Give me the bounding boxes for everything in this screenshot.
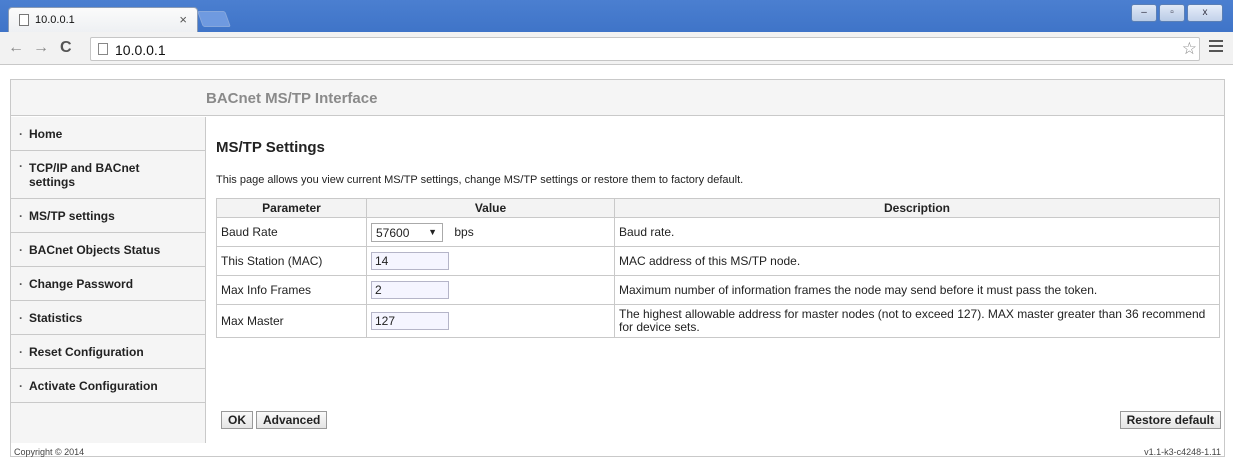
sidebar-item-label: Reset Configuration (29, 344, 144, 359)
advanced-button[interactable]: Advanced (256, 411, 328, 429)
sidebar-item-statistics[interactable]: · Statistics (11, 301, 205, 335)
sidebar-item-reset-config[interactable]: · Reset Configuration (11, 335, 205, 369)
sidebar-item-mstp[interactable]: · MS/TP settings (11, 199, 205, 233)
page-icon (98, 43, 108, 55)
maximize-button[interactable]: ▫ (1159, 4, 1185, 22)
baud-rate-select[interactable]: 57600 ▼ (371, 222, 443, 242)
forward-arrow-icon[interactable]: → (33, 39, 49, 57)
column-header-value: Value (366, 198, 615, 218)
value-cell: 127 (366, 304, 615, 338)
version-text: v1.1-k3-c4248-1.11 (1144, 447, 1221, 457)
sidebar-item-tcpip[interactable]: · TCP/IP and BACnet settings (11, 151, 205, 199)
column-header-parameter: Parameter (216, 198, 367, 218)
page-description: This page allows you view current MS/TP … (216, 174, 744, 186)
address-bar[interactable]: 10.0.0.1 (90, 37, 1200, 61)
value-cell: 57600 ▼ bps (366, 217, 615, 247)
sidebar-item-activate-config[interactable]: · Activate Configuration (11, 369, 205, 403)
max-info-frames-input[interactable]: 2 (371, 281, 449, 299)
minimize-button[interactable]: – (1131, 4, 1157, 22)
page-header: BACnet MS/TP Interface (11, 80, 1224, 116)
max-master-input[interactable]: 127 (371, 312, 449, 330)
sidebar-item-label: Change Password (29, 276, 134, 291)
sidebar: · Home · TCP/IP and BACnet settings · MS/TP… (11, 117, 206, 443)
column-header-description: Description (614, 198, 1220, 218)
value-cell: 14 (366, 246, 615, 276)
browser-toolbar: ← → C 10.0.0.1 ☆ (0, 32, 1233, 65)
dropdown-arrow-icon: ▼ (428, 226, 437, 237)
desc-cell: Baud rate. (614, 217, 1220, 247)
sidebar-item-label: TCP/IP and BACnet settings (29, 160, 140, 189)
close-window-button[interactable]: x (1187, 4, 1223, 22)
menu-icon[interactable] (1209, 40, 1223, 55)
param-cell: Max Master (216, 304, 367, 338)
baud-unit: bps (454, 225, 474, 239)
sidebar-item-label: Statistics (29, 310, 83, 325)
page-title: MS/TP Settings (216, 139, 325, 156)
sidebar-item-home[interactable]: · Home (11, 117, 205, 151)
url-text[interactable]: 10.0.0.1 (115, 42, 166, 58)
settings-table: Parameter Value Description Baud Rate 57… (216, 198, 1220, 338)
back-arrow-icon[interactable]: ← (8, 39, 24, 57)
station-mac-input[interactable]: 14 (371, 252, 449, 270)
bookmark-star-icon[interactable]: ☆ (1182, 39, 1197, 59)
param-cell: Max Info Frames (216, 275, 367, 305)
sidebar-item-label: Activate Configuration (29, 378, 158, 393)
page-footer: Copyright © 2014 v1.1-k3-c4248-1.11 (11, 443, 1224, 457)
table-row-max-info-frames: Max Info Frames 2 Maximum number of info… (216, 275, 1220, 305)
desc-cell: The highest allowable address for master… (614, 304, 1220, 338)
table-header-row: Parameter Value Description (216, 198, 1220, 218)
param-cell: This Station (MAC) (216, 246, 367, 276)
sidebar-item-label: BACnet Objects Status (29, 242, 161, 257)
page-icon (19, 14, 29, 26)
browser-tab[interactable]: 10.0.0.1 × (8, 7, 198, 32)
desc-cell: Maximum number of information frames the… (614, 275, 1220, 305)
sidebar-item-label: Home (29, 126, 63, 141)
sidebar-item-objects-status[interactable]: · BACnet Objects Status (11, 233, 205, 267)
table-row-max-master: Max Master 127 The highest allowable add… (216, 304, 1220, 338)
baud-rate-selected: 57600 (376, 225, 410, 240)
ok-button[interactable]: OK (221, 411, 253, 429)
sidebar-item-change-password[interactable]: · Change Password (11, 267, 205, 301)
restore-default-button[interactable]: Restore default (1119, 411, 1221, 429)
app-title: BACnet MS/TP Interface (206, 90, 378, 107)
param-cell: Baud Rate (216, 217, 367, 247)
sidebar-item-label: MS/TP settings (29, 208, 115, 223)
copyright-text: Copyright © 2014 (14, 447, 85, 457)
value-cell: 2 (366, 275, 615, 305)
browser-tabstrip: 10.0.0.1 × – ▫ x (0, 0, 1233, 32)
tab-title: 10.0.0.1 (35, 14, 75, 26)
tab-close-icon[interactable]: × (179, 12, 187, 27)
desc-cell: MAC address of this MS/TP node. (614, 246, 1220, 276)
table-row-baud-rate: Baud Rate 57600 ▼ bps Baud rate. (216, 217, 1220, 247)
window-controls: – ▫ x (1131, 4, 1223, 22)
page-frame: BACnet MS/TP Interface · Home · TCP/IP and… (10, 79, 1225, 457)
new-tab-button[interactable] (197, 11, 231, 27)
reload-icon[interactable]: C (60, 39, 72, 57)
table-row-station-mac: This Station (MAC) 14 MAC address of thi… (216, 246, 1220, 276)
